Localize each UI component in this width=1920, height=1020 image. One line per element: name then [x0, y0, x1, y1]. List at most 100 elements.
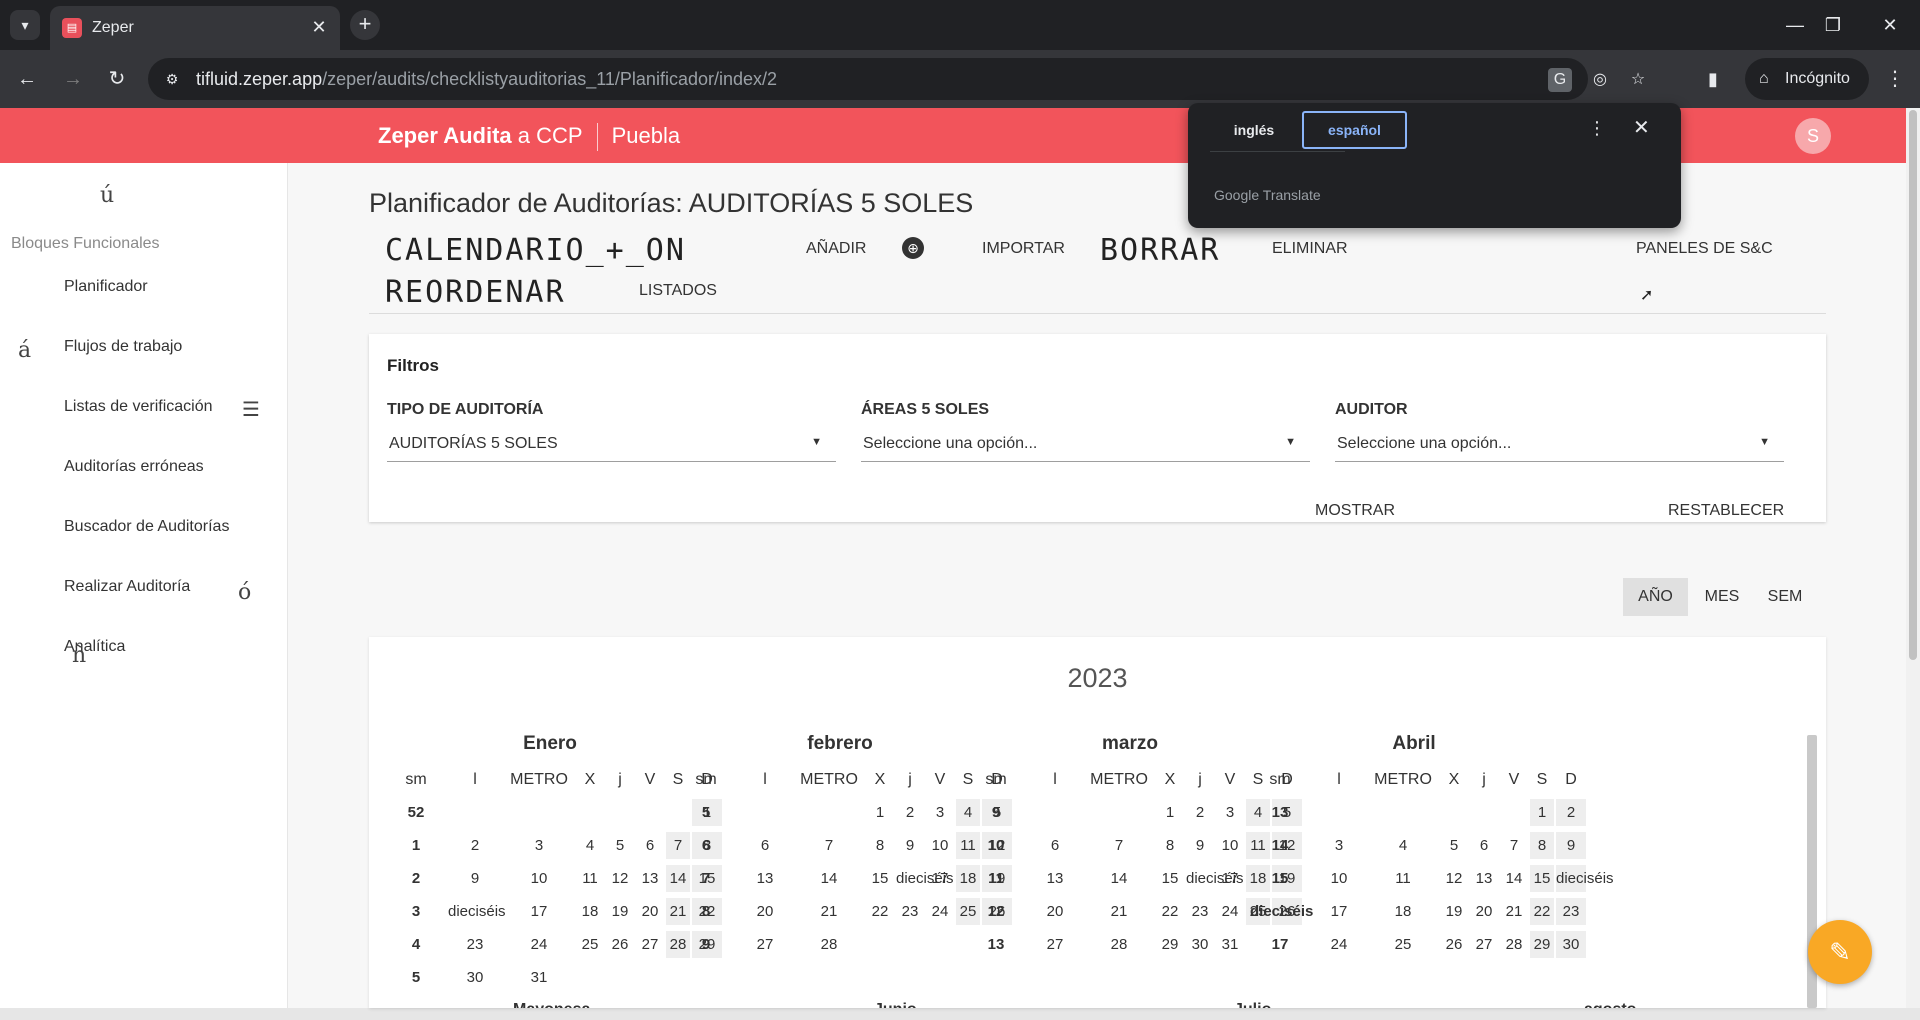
calendar-day[interactable]: 13	[1028, 865, 1082, 892]
calendar-day[interactable]: 3	[926, 799, 954, 826]
calendar-day[interactable]: 31	[1216, 931, 1244, 958]
calendar-day[interactable]: 27	[1470, 931, 1498, 958]
calendar-day[interactable]: 20	[636, 898, 664, 925]
calendar-day[interactable]: 10	[504, 865, 574, 892]
calendar-day[interactable]: 9	[1556, 832, 1586, 859]
calendar-day[interactable]: 14	[1084, 865, 1154, 892]
page-scrollbar[interactable]	[1906, 108, 1920, 1008]
calendar-day[interactable]: 28	[1500, 931, 1528, 958]
plus-icon[interactable]: +	[350, 10, 380, 40]
calendar-day[interactable]: 11	[576, 865, 604, 892]
panels-button[interactable]: PANELES DE S&C	[1636, 240, 1773, 258]
calendar-day[interactable]: dieciséis	[448, 898, 506, 925]
calendar-day[interactable]: 5	[606, 832, 634, 859]
calendar-day[interactable]: 20	[1470, 898, 1498, 925]
calendar-day[interactable]: 14	[794, 865, 864, 892]
calendar-day[interactable]: 10	[926, 832, 954, 859]
calendar-day[interactable]: 26	[606, 931, 634, 958]
sidebar-item-planificador[interactable]: Planificador	[64, 278, 148, 296]
view-year-button[interactable]: AÑO	[1623, 578, 1688, 616]
calendar-day[interactable]: 8	[866, 832, 894, 859]
calendar-day[interactable]: 2	[1186, 799, 1214, 826]
calendar-day[interactable]: 7	[794, 832, 864, 859]
calendar-day[interactable]: 6	[1028, 832, 1082, 859]
calendar-day[interactable]: 22	[1156, 898, 1184, 925]
side-panel-icon[interactable]: ▮	[1700, 66, 1726, 92]
calendar-day[interactable]: 19	[606, 898, 634, 925]
translate-icon[interactable]: G	[1548, 68, 1572, 92]
more-vert-icon[interactable]: ⋮	[1880, 64, 1910, 94]
calendar-day[interactable]: 9	[448, 865, 502, 892]
calendar-day[interactable]: 6	[1470, 832, 1498, 859]
calendar-day[interactable]: 19	[1440, 898, 1468, 925]
calendar-day[interactable]: 17	[1312, 898, 1366, 925]
forward-icon[interactable]: →	[58, 64, 88, 94]
calendar-day[interactable]: 6	[636, 832, 664, 859]
calendar-day[interactable]: 30	[1556, 931, 1586, 958]
areas-select[interactable]: Seleccione una opción... ▼	[861, 426, 1310, 462]
calendar-day[interactable]: 12	[1440, 865, 1468, 892]
calendar-day[interactable]: 13	[1470, 865, 1498, 892]
calendar-day[interactable]: 3	[504, 832, 574, 859]
close-icon[interactable]: ✕	[308, 16, 330, 38]
edit-fab-icon[interactable]: ✎	[1808, 920, 1872, 984]
minimize-icon[interactable]: —	[1775, 10, 1815, 40]
calendar-day[interactable]: 1	[1156, 799, 1184, 826]
calendar-day[interactable]: 20	[1028, 898, 1082, 925]
calendar-day[interactable]: 22	[1530, 898, 1554, 925]
calendar-day[interactable]: 24	[1216, 898, 1244, 925]
more-vert-icon[interactable]: ⋮	[1588, 118, 1606, 139]
lists-button[interactable]: LISTADOS	[639, 282, 717, 300]
calendar-day[interactable]: 26	[1440, 931, 1468, 958]
import-button[interactable]: IMPORTAR	[982, 240, 1065, 258]
list-icon[interactable]: ☰	[242, 397, 260, 422]
calendar-day[interactable]: 4	[1368, 832, 1438, 859]
calendar-day[interactable]: 27	[738, 931, 792, 958]
address-bar[interactable]: ⚙ tifluid.zeper.app/zeper/audits/checkli…	[148, 58, 1645, 100]
calendar-day[interactable]: 15	[866, 865, 894, 892]
calendar-day[interactable]: 27	[636, 931, 664, 958]
eye-off-icon[interactable]: ◎	[1588, 68, 1612, 92]
horizontal-scrollbar[interactable]	[0, 1008, 1920, 1020]
show-button[interactable]: MOSTRAR	[1315, 502, 1395, 520]
calendar-day[interactable]: 29	[1156, 931, 1184, 958]
close-icon[interactable]: ✕	[1633, 115, 1650, 140]
calendar-day[interactable]: 21	[1500, 898, 1528, 925]
back-icon[interactable]: ←	[12, 64, 42, 94]
calendar-day[interactable]: 6	[738, 832, 792, 859]
calendar-day[interactable]: dieciséis	[896, 865, 954, 892]
calendar-day[interactable]: 9	[896, 832, 924, 859]
calendar-day[interactable]: 24	[926, 898, 954, 925]
reset-button[interactable]: RESTABLECER	[1668, 502, 1784, 520]
calendar-action-big[interactable]: CALENDARIO_+_ON	[385, 233, 686, 268]
calendar-day[interactable]: 29	[1530, 931, 1554, 958]
calendar-day[interactable]: 15	[1156, 865, 1184, 892]
calendar-day[interactable]: 18	[576, 898, 604, 925]
calendar-day[interactable]: 23	[1556, 898, 1586, 925]
calendar-day[interactable]: 11	[1368, 865, 1438, 892]
calendar-day[interactable]: 25	[1368, 931, 1438, 958]
delete-action-big[interactable]: BORRAR	[1100, 233, 1220, 268]
view-week-button[interactable]: SEM	[1755, 578, 1815, 616]
calendar-day[interactable]: 22	[866, 898, 894, 925]
url-text[interactable]: tifluid.zeper.app/zeper/audits/checklist…	[196, 69, 777, 90]
calendar-day[interactable]: 13	[636, 865, 664, 892]
reload-icon[interactable]: ↻	[102, 64, 132, 94]
sidebar-item-buscador[interactable]: Buscador de Auditorías	[64, 518, 229, 536]
calendar-day[interactable]: 21	[794, 898, 864, 925]
calendar-day[interactable]: 14	[1500, 865, 1528, 892]
calendar-day[interactable]: 15	[1530, 865, 1554, 892]
translate-target-tab[interactable]: español	[1302, 111, 1407, 149]
calendar-day[interactable]: 18	[1368, 898, 1438, 925]
calendar-day[interactable]: 8	[1156, 832, 1184, 859]
sidebar-item-flujos[interactable]: Flujos de trabajo	[64, 338, 182, 356]
globe-icon[interactable]: ⊕	[902, 237, 924, 259]
calendar-day[interactable]: 25	[576, 931, 604, 958]
reorder-action-big[interactable]: REORDENAR	[385, 275, 566, 310]
calendar-day[interactable]: 10	[1312, 865, 1366, 892]
calendar-day[interactable]: 17	[926, 865, 954, 892]
calendar-day[interactable]: 2	[448, 832, 502, 859]
calendar-day[interactable]: 30	[1186, 931, 1214, 958]
calendar-day[interactable]: 20	[738, 898, 792, 925]
calendar-day[interactable]: 21	[1084, 898, 1154, 925]
